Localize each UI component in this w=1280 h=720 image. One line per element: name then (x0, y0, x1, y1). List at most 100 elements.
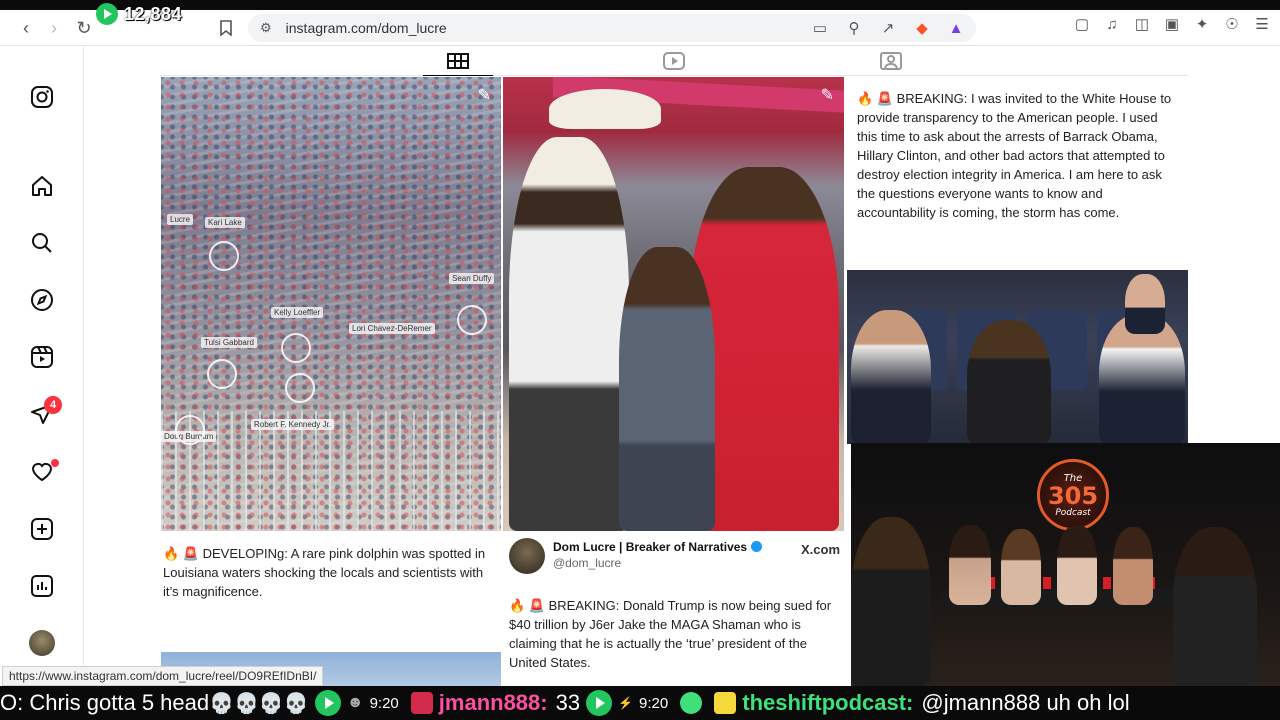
rewards-icon[interactable]: ▲ (946, 18, 966, 38)
leo-ai-icon[interactable]: ✦ (1192, 14, 1212, 34)
chat-time: 9:20 (369, 694, 399, 712)
logo-bottom-text: Podcast (1055, 507, 1091, 518)
dashboard-icon[interactable] (29, 573, 55, 599)
red-cup (1043, 577, 1051, 589)
bookmark-icon[interactable] (212, 14, 240, 42)
stream-top-strip (0, 0, 1280, 10)
vpn-icon[interactable]: ☉ (1222, 14, 1242, 34)
kick-icon (586, 690, 613, 716)
music-icon[interactable]: ♫ (1102, 14, 1122, 34)
post-meeting-photo[interactable] (847, 270, 1188, 444)
twitch-badge-icon (410, 692, 433, 714)
x-logo-text: X.com (800, 542, 840, 557)
podcast-webcam: The 305 Podcast (851, 443, 1280, 686)
wallet-icon[interactable]: ▣ (1162, 14, 1182, 34)
back-icon[interactable]: ‹ (12, 14, 40, 42)
highlight-circle (285, 373, 315, 403)
crowd-tag: Tulsi Gabbard (201, 337, 257, 348)
messages-badge: 4 (44, 396, 62, 414)
attendee (851, 310, 931, 444)
tagged-icon (880, 52, 902, 70)
link-status-bar: https://www.instagram.com/dom_lucre/reel… (2, 666, 324, 686)
home-icon[interactable] (29, 173, 55, 199)
share-icon[interactable]: ↗ (878, 18, 898, 38)
reels-icon[interactable] (29, 344, 55, 370)
viewer-overlay: 12,884 (96, 3, 182, 25)
attendee (1125, 274, 1165, 334)
screenshot-icon[interactable]: ▢ (1072, 14, 1092, 34)
notification-dot (51, 459, 59, 467)
zoom-icon[interactable]: ⚲ (844, 18, 864, 38)
url-text: instagram.com/dom_lucre (285, 20, 447, 36)
address-bar[interactable]: ⚙ instagram.com/dom_lucre ▭ ⚲ ↗ ◆ ▲ (248, 14, 976, 42)
chat-username: jmann888: (438, 690, 548, 715)
pinned-icon: ✎ (820, 87, 834, 104)
tweet-text[interactable]: 🔥 🚨 BREAKING: Donald Trump is now being … (509, 596, 843, 672)
highlight-circle (281, 333, 311, 363)
verified-badge-icon (680, 692, 703, 714)
profile-avatar[interactable] (29, 630, 55, 656)
tab-reels[interactable] (639, 46, 709, 76)
post-crowd-photo[interactable]: Lucre Kari Lake Sean Duffy Kelly Loeffle… (161, 77, 501, 531)
person-child-uniform (619, 247, 715, 531)
crowd-tag: Robert F. Kennedy Jr. (251, 419, 334, 430)
highlight-circle (209, 241, 239, 271)
chat-message: 33 (555, 690, 581, 715)
grid-icon (447, 52, 469, 69)
podcast-logo: The 305 Podcast (1037, 459, 1109, 531)
person-cowboy (509, 137, 629, 531)
attendee (967, 320, 1051, 444)
verified-icon (751, 541, 763, 552)
tweet-author: Dom Lucre | Breaker of Narratives (553, 540, 763, 554)
tweet-header[interactable]: Dom Lucre | Breaker of Narratives @dom_l… (509, 536, 844, 576)
chat-message: O: Chris gotta 5 head (0, 690, 210, 715)
skull-emojis: 💀💀💀💀 (209, 691, 309, 715)
reload-icon[interactable]: ↻ (70, 14, 98, 42)
cast-icon[interactable]: ▭ (810, 18, 830, 38)
tab-posts[interactable] (423, 46, 493, 76)
tab-tagged[interactable] (856, 46, 926, 76)
host-right (1173, 527, 1257, 686)
chat-time: 9:20 (639, 694, 669, 712)
crowd-tag: Sean Duffy (449, 273, 495, 284)
red-cup (1103, 577, 1111, 589)
tweet-avatar (509, 538, 545, 574)
tweet-handle: @dom_lucre (553, 556, 622, 570)
instagram-logo-icon[interactable] (29, 84, 55, 110)
guest (949, 525, 991, 605)
menu-icon[interactable]: ☰ (1252, 14, 1272, 34)
cowboy-hat (549, 89, 661, 129)
sidebar-toggle-icon[interactable]: ◫ (1132, 14, 1152, 34)
instagram-sidebar: 4 (0, 46, 84, 686)
shift-logo-icon: ⚡ (618, 696, 634, 710)
profile-tabs (160, 46, 1188, 76)
crowd-tag: Kelly Loeffler (271, 307, 324, 318)
post-group-photo[interactable]: ✎ (503, 77, 844, 531)
user-icon: ☻ (346, 694, 364, 711)
site-settings-icon[interactable]: ⚙ (260, 20, 272, 36)
post-caption-dolphin[interactable]: 🔥 🚨 DEVELOPINg: A rare pink dolphin was … (163, 544, 493, 601)
host-left (851, 517, 931, 686)
guest (1001, 529, 1041, 605)
create-icon[interactable] (29, 516, 55, 542)
chat-username: theshiftpodcast: (742, 690, 914, 715)
sub-badge-icon (714, 692, 737, 714)
forward-icon[interactable]: › (40, 14, 68, 42)
browser-toolbar: ‹ › ↻ ⚙ instagram.com/dom_lucre ▭ ⚲ ↗ ◆ … (0, 10, 1280, 46)
viewer-count: 12,884 (124, 3, 183, 24)
post-text: 🔥 🚨 BREAKING: I was invited to the White… (857, 91, 1172, 220)
guest (1113, 527, 1153, 605)
highlight-circle (207, 359, 237, 389)
kick-icon (314, 690, 341, 716)
brave-shield-icon[interactable]: ◆ (912, 18, 932, 38)
highlight-circle (457, 305, 487, 335)
pinned-icon: ✎ (477, 87, 491, 104)
crowd-tag: Kari Lake (205, 217, 245, 228)
chat-message: @jmann888 uh oh lol (921, 690, 1130, 715)
explore-icon[interactable] (29, 287, 55, 313)
reels-tab-icon (663, 52, 685, 70)
crowd-tag: Lucre (167, 214, 194, 225)
search-icon[interactable] (29, 230, 55, 256)
guest (1057, 525, 1097, 605)
post-text-whitehouse[interactable]: 🔥 🚨 BREAKING: I was invited to the White… (847, 77, 1188, 267)
